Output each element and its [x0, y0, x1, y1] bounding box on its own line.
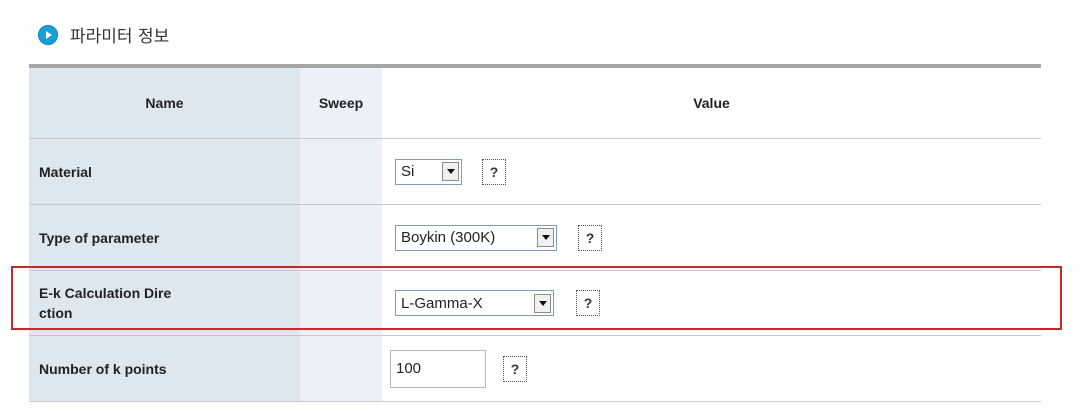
param-name-ek-direction: E-k Calculation Dire ction	[29, 270, 300, 336]
material-help-button[interactable]: ?	[482, 158, 506, 185]
value-cell: ?	[382, 336, 1041, 402]
k-points-input[interactable]	[390, 349, 486, 388]
table-row: Material Si ?	[29, 138, 1041, 205]
ek-direction-select-value: L-Gamma-X	[401, 294, 483, 312]
play-circle-icon	[38, 24, 58, 45]
ek-direction-select[interactable]: L-Gamma-X	[395, 290, 554, 316]
value-cell: L-Gamma-X ?	[382, 271, 1041, 336]
table-header-row: Name Sweep Value	[29, 66, 1041, 139]
header-value: Value	[382, 66, 1041, 139]
chevron-down-icon[interactable]	[442, 162, 459, 181]
param-name-material: Material	[29, 138, 300, 205]
parameter-type-help-button[interactable]: ?	[578, 224, 602, 251]
parameter-type-select-value: Boykin (300K)	[401, 229, 496, 246]
param-name-line: E-k Calculation Dire	[39, 285, 172, 301]
param-name-line: ction	[39, 305, 73, 321]
parameter-table: Name Sweep Value Material Si ? Type of p…	[29, 64, 1041, 402]
chevron-down-icon[interactable]	[534, 293, 551, 313]
k-points-help-button[interactable]: ?	[503, 355, 527, 382]
sweep-cell	[300, 138, 382, 205]
table-row: E-k Calculation Dire ction L-Gamma-X ?	[29, 270, 1041, 336]
sweep-cell	[300, 270, 382, 336]
chevron-down-icon[interactable]	[537, 228, 554, 247]
table-row: Number of k points ?	[29, 335, 1041, 402]
sweep-cell	[300, 335, 382, 402]
material-select[interactable]: Si	[395, 158, 462, 185]
table-row: Type of parameter Boykin (300K) ?	[29, 204, 1041, 271]
ek-direction-help-button[interactable]: ?	[576, 290, 600, 316]
param-name-type: Type of parameter	[29, 204, 300, 271]
section-header: 파라미터 정보	[38, 22, 169, 47]
header-sweep: Sweep	[300, 66, 382, 139]
parameter-type-select[interactable]: Boykin (300K)	[395, 224, 557, 251]
sweep-cell	[300, 204, 382, 271]
param-name-k-points: Number of k points	[29, 335, 300, 402]
value-cell: Boykin (300K) ?	[382, 205, 1041, 271]
material-select-value: Si	[401, 163, 415, 180]
section-title: 파라미터 정보	[70, 27, 170, 47]
header-name: Name	[29, 66, 300, 139]
value-cell: Si ?	[382, 139, 1041, 205]
